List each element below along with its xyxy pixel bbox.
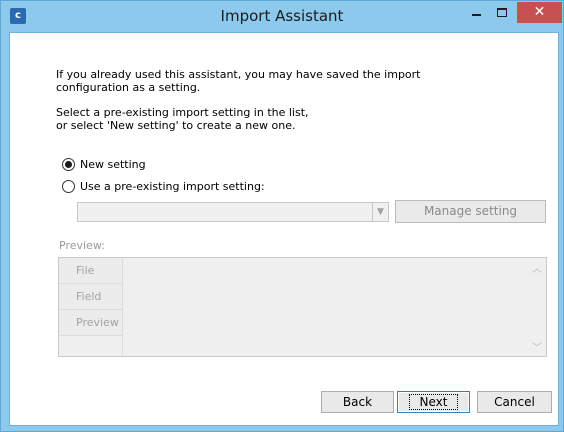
- intro-text: If you already used this assistant, you …: [56, 68, 516, 94]
- existing-setting-label[interactable]: Use a pre-existing import setting:: [80, 180, 265, 193]
- minimize-button[interactable]: [463, 2, 489, 23]
- preview-header-column: File Field Preview: [59, 258, 123, 356]
- preview-grid: File Field Preview ︿ ﹀: [58, 257, 547, 357]
- import-assistant-window: c Import Assistant ✕ If you already used…: [0, 0, 564, 432]
- existing-setting-radio[interactable]: [62, 179, 75, 193]
- back-button[interactable]: Back: [321, 391, 394, 413]
- existing-setting-option[interactable]: Use a pre-existing import setting:: [62, 178, 265, 194]
- cancel-button[interactable]: Cancel: [477, 391, 552, 413]
- intro-line: If you already used this assistant, you …: [56, 68, 421, 81]
- new-setting-option[interactable]: New setting: [62, 156, 146, 172]
- preview-row-header: Field: [59, 284, 122, 310]
- preview-row-header: Preview: [59, 310, 122, 336]
- new-setting-radio[interactable]: [62, 157, 75, 171]
- maximize-icon: [497, 8, 507, 17]
- scroll-up-icon[interactable]: ︿: [532, 260, 542, 275]
- dialog-body: If you already used this assistant, you …: [9, 32, 559, 426]
- title-bar[interactable]: c Import Assistant ✕: [1, 1, 563, 31]
- setting-select: ▼: [77, 202, 389, 222]
- next-button[interactable]: Next: [397, 391, 470, 413]
- minimize-icon: [471, 13, 481, 16]
- preview-row-header: File: [59, 258, 122, 284]
- maximize-button[interactable]: [489, 2, 515, 23]
- next-button-label: Next: [408, 394, 459, 410]
- preview-label: Preview:: [59, 239, 105, 252]
- chevron-down-icon: ▼: [372, 203, 388, 221]
- manage-setting-button: Manage setting: [395, 200, 546, 223]
- scroll-down-icon[interactable]: ﹀: [532, 339, 542, 354]
- close-button[interactable]: ✕: [517, 2, 562, 23]
- instruction-line: or select 'New setting' to create a new …: [56, 119, 296, 132]
- close-icon: ✕: [533, 4, 546, 20]
- instruction-text: Select a pre-existing import setting in …: [56, 106, 516, 132]
- instruction-line: Select a pre-existing import setting in …: [56, 106, 309, 119]
- intro-line: configuration as a setting.: [56, 81, 201, 94]
- new-setting-label[interactable]: New setting: [80, 158, 146, 171]
